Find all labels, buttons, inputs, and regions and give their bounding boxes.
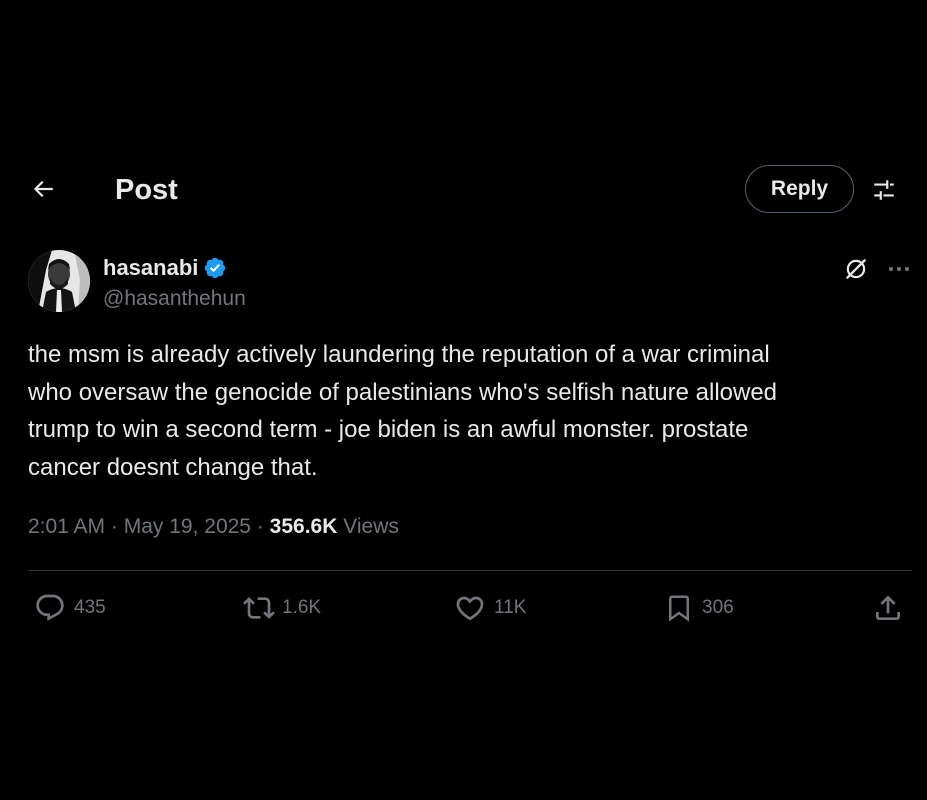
more-options-icon[interactable] bbox=[884, 255, 914, 283]
post-date[interactable]: May 19, 2025 bbox=[124, 515, 251, 538]
author-handle[interactable]: @hasanthehun bbox=[103, 287, 246, 311]
share-action[interactable] bbox=[872, 588, 904, 628]
repost-action[interactable]: 1.6K bbox=[242, 588, 321, 628]
post-header: Post Reply bbox=[0, 160, 927, 220]
post-text-line: who oversaw the genocide of palestinians… bbox=[28, 378, 778, 406]
post-text-line: cancer doesnt change that. bbox=[28, 453, 318, 481]
sliders-icon bbox=[874, 180, 894, 200]
post-text-line: trump to win a second term - joe biden i… bbox=[28, 416, 749, 443]
comment-icon bbox=[36, 594, 64, 621]
repost-count: 1.6K bbox=[282, 597, 322, 618]
views-count: 356.6K bbox=[269, 515, 338, 538]
display-name-text: hasanabi bbox=[103, 255, 199, 280]
meta-separator: · bbox=[251, 515, 270, 538]
page-title: Post bbox=[115, 174, 178, 206]
filter-button[interactable] bbox=[868, 174, 900, 206]
author-row: hasanabi @hasanthehun bbox=[0, 245, 927, 315]
meta-separator: · bbox=[105, 515, 124, 538]
bookmark-action[interactable]: 306 bbox=[664, 588, 734, 628]
reply-action[interactable]: 435 bbox=[34, 588, 106, 628]
avatar[interactable] bbox=[28, 250, 90, 312]
action-bar: 435 1.6K 11K 306 bbox=[0, 588, 927, 628]
avatar-portrait bbox=[28, 250, 90, 312]
back-button[interactable] bbox=[26, 172, 60, 206]
heart-icon bbox=[456, 596, 484, 621]
reply-count: 435 bbox=[74, 597, 106, 618]
bookmark-count: 306 bbox=[702, 597, 734, 618]
share-icon bbox=[876, 595, 900, 620]
views-label: Views bbox=[337, 515, 399, 538]
grok-icon[interactable] bbox=[842, 255, 870, 283]
author-display-name[interactable]: hasanabi bbox=[103, 255, 227, 281]
post-meta: 2:01 AM · May 19, 2025 · 356.6K Views bbox=[28, 515, 399, 539]
divider bbox=[28, 570, 912, 571]
post-text-line: the msm is already actively laundering t… bbox=[28, 341, 770, 368]
like-action[interactable]: 11K bbox=[454, 588, 526, 628]
reply-button[interactable]: Reply bbox=[745, 165, 854, 213]
post-text: the msm is already actively laundering t… bbox=[28, 336, 908, 486]
arrow-left-icon bbox=[33, 180, 53, 198]
post-time[interactable]: 2:01 AM bbox=[28, 515, 105, 538]
repost-icon bbox=[243, 597, 275, 619]
verified-badge-icon bbox=[203, 256, 227, 280]
like-count: 11K bbox=[494, 597, 527, 618]
bookmark-icon bbox=[669, 595, 689, 622]
